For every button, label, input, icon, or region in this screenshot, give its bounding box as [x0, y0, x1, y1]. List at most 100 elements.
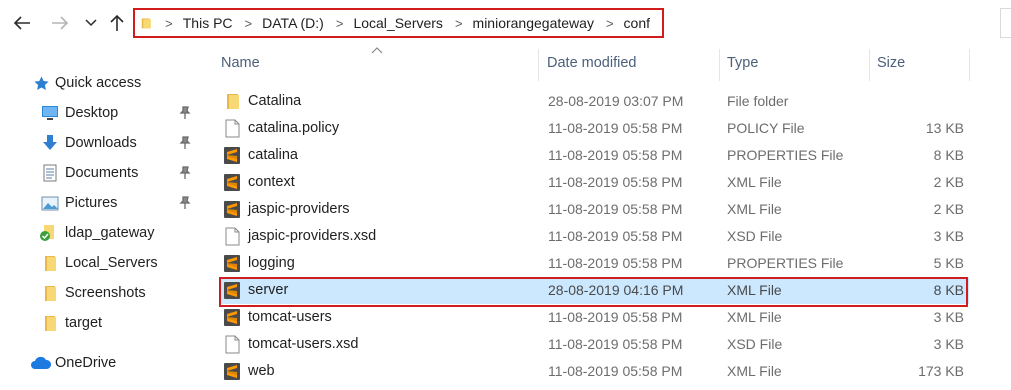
- pin-icon[interactable]: [178, 106, 192, 120]
- file-type: XSD File: [727, 336, 783, 352]
- pin-icon[interactable]: [178, 166, 192, 180]
- file-row-logging[interactable]: logging 11-08-2019 05:58 PM PROPERTIES Fil…: [219, 250, 969, 277]
- sidebar-item-downloads[interactable]: Downloads: [0, 128, 205, 158]
- file-row-context[interactable]: context 11-08-2019 05:58 PM XML File 2 KB: [219, 169, 969, 196]
- file-name: catalina: [248, 147, 298, 163]
- chevron-right-icon: >: [244, 15, 253, 31]
- pin-icon[interactable]: [178, 136, 192, 150]
- file-size: 3 KB: [933, 309, 964, 325]
- recent-locations-button[interactable]: [82, 12, 100, 34]
- breadcrumb-this-pc[interactable]: > This PC: [165, 15, 244, 31]
- column-header-type[interactable]: Type: [727, 46, 867, 80]
- file-size: 2 KB: [933, 201, 964, 217]
- chevron-right-icon: >: [454, 15, 463, 31]
- column-divider[interactable]: [719, 49, 720, 81]
- file-size: 5 KB: [933, 255, 964, 271]
- sidebar-item-pictures[interactable]: Pictures: [0, 188, 205, 218]
- file-row-catalina[interactable]: catalina 11-08-2019 05:58 PM PROPERTIES Fi…: [219, 142, 969, 169]
- file-name: catalina.policy: [248, 120, 340, 136]
- sublime-icon: [224, 147, 240, 164]
- back-button[interactable]: [11, 12, 33, 34]
- sublime-icon: [224, 363, 240, 380]
- file-date: 11-08-2019 05:58 PM: [548, 174, 683, 190]
- column-header-size[interactable]: Size: [877, 46, 967, 80]
- sidebar-item-desktop[interactable]: Desktop: [0, 98, 205, 128]
- file-date: 11-08-2019 05:58 PM: [548, 363, 683, 379]
- file-size: 8 KB: [933, 282, 964, 298]
- breadcrumb-data-drive[interactable]: > DATA (D:): [245, 15, 336, 31]
- file-row-catalina[interactable]: Catalina 28-08-2019 03:07 PM File folder: [219, 88, 969, 115]
- file-row-catalina-policy[interactable]: catalina.policy 11-08-2019 05:58 PM POLICY…: [219, 115, 969, 142]
- file-date: 11-08-2019 05:58 PM: [548, 147, 683, 163]
- column-header-name[interactable]: Name: [221, 46, 541, 80]
- column-divider[interactable]: [969, 49, 970, 81]
- column-header-date-modified[interactable]: Date modified: [547, 46, 717, 80]
- file-row-tomcat-users-xsd[interactable]: tomcat-users.xsd 11-08-2019 05:58 PM XSD F…: [219, 331, 969, 358]
- up-button[interactable]: [106, 12, 128, 34]
- forward-button[interactable]: [49, 12, 71, 34]
- breadcrumb-conf[interactable]: > conf: [606, 15, 662, 31]
- pin-icon[interactable]: [178, 196, 192, 210]
- sidebar-item-documents[interactable]: Documents: [0, 158, 205, 188]
- arrow-right-icon: [52, 16, 69, 30]
- chevron-right-icon: >: [605, 15, 614, 31]
- chevron-down-icon: [85, 19, 97, 27]
- file-date: 28-08-2019 04:16 PM: [548, 282, 684, 298]
- column-divider[interactable]: [869, 49, 870, 81]
- file-date: 11-08-2019 05:58 PM: [548, 228, 683, 244]
- chevron-right-icon: >: [335, 15, 344, 31]
- file-name: tomcat-users: [248, 309, 332, 325]
- file-name: tomcat-users.xsd: [248, 336, 359, 352]
- file-type: PROPERTIES File: [727, 255, 844, 271]
- file-name: context: [248, 174, 295, 190]
- file-type: XML File: [727, 201, 782, 217]
- breadcrumb-miniorangegateway[interactable]: > miniorangegateway: [455, 15, 606, 31]
- column-divider[interactable]: [538, 49, 539, 81]
- address-bar[interactable]: > This PC > DATA (D:) > Local_Servers > …: [133, 8, 664, 38]
- breadcrumb-local-servers[interactable]: > Local_Servers: [336, 15, 455, 31]
- file-size: 3 KB: [933, 228, 964, 244]
- file-row-web[interactable]: web 11-08-2019 05:58 PM XML File 173 KB: [219, 358, 969, 385]
- file-size: 2 KB: [933, 174, 964, 190]
- sublime-icon: [224, 282, 240, 299]
- file-name: jaspic-providers: [248, 201, 350, 217]
- file-icon: [225, 227, 240, 246]
- onedrive-icon: [30, 354, 52, 372]
- file-row-server[interactable]: server 28-08-2019 04:16 PM XML File 8 KB: [219, 277, 969, 304]
- sublime-icon: [224, 255, 240, 272]
- file-date: 11-08-2019 05:58 PM: [548, 255, 683, 271]
- folder-icon: [41, 314, 59, 332]
- sidebar-item-screenshots[interactable]: Screenshots: [0, 278, 205, 308]
- address-bar-edge: [1000, 8, 1011, 38]
- sidebar-item-target[interactable]: target: [0, 308, 205, 338]
- file-name: server: [248, 282, 289, 298]
- file-size: 173 KB: [918, 363, 964, 379]
- file-row-jaspic-providers-xsd[interactable]: jaspic-providers.xsd 11-08-2019 05:58 PM X…: [219, 223, 969, 250]
- file-date: 11-08-2019 05:58 PM: [548, 201, 683, 217]
- sidebar-item-local-servers[interactable]: Local_Servers: [0, 248, 205, 278]
- documents-icon: [41, 164, 59, 182]
- file-name: Catalina: [248, 93, 302, 109]
- file-name: logging: [248, 255, 295, 271]
- star-icon: [32, 74, 50, 92]
- sidebar-item-ldap-gateway[interactable]: ldap_gateway: [0, 218, 205, 248]
- file-date: 11-08-2019 05:58 PM: [548, 120, 683, 136]
- file-date: 28-08-2019 03:07 PM: [548, 93, 684, 109]
- file-size: 13 KB: [925, 120, 964, 136]
- file-name: jaspic-providers.xsd: [248, 228, 377, 244]
- vertical-scrollbar[interactable]: [1003, 46, 1011, 390]
- folder-sync-icon: [38, 224, 56, 242]
- arrow-left-icon: [13, 16, 30, 30]
- file-type: POLICY File: [727, 120, 805, 136]
- desktop-icon: [41, 104, 59, 122]
- file-row-jaspic-providers[interactable]: jaspic-providers 11-08-2019 05:58 PM XML F…: [219, 196, 969, 223]
- folder-icon: [141, 18, 151, 29]
- file-row-tomcat-users[interactable]: tomcat-users 11-08-2019 05:58 PM XML File 3…: [219, 304, 969, 331]
- file-type: XML File: [727, 282, 782, 298]
- file-type: XML File: [727, 309, 782, 325]
- file-type: XML File: [727, 363, 782, 379]
- file-icon: [225, 335, 240, 354]
- sidebar-item-onedrive[interactable]: OneDrive: [0, 348, 205, 378]
- file-date: 11-08-2019 05:58 PM: [548, 336, 683, 352]
- sidebar-item-quick-access[interactable]: Quick access: [0, 68, 205, 98]
